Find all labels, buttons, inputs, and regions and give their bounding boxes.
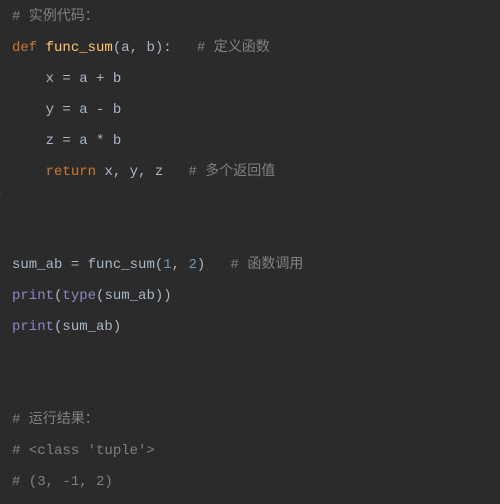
- comma: ,: [172, 257, 180, 273]
- identifier: x: [46, 71, 54, 87]
- paren-close: ): [155, 288, 163, 304]
- identifier: y: [130, 164, 138, 180]
- space: [104, 102, 112, 118]
- code-line[interactable]: # 运行结果：: [12, 405, 500, 436]
- keyword-def: def: [12, 40, 37, 56]
- comment-text: 实例代码：: [20, 9, 98, 25]
- space: [104, 133, 112, 149]
- param: a: [121, 40, 129, 56]
- operator-assign: =: [71, 257, 79, 273]
- comment-text: (3, -1, 2): [20, 474, 112, 490]
- code-line[interactable]: # 实例代码：: [12, 2, 500, 33]
- identifier: sum_ab: [62, 319, 112, 335]
- colon: :: [163, 40, 171, 56]
- comment-text: 定义函数: [205, 40, 269, 56]
- code-line[interactable]: y = a - b: [12, 95, 500, 126]
- indent: [12, 102, 46, 118]
- space: [146, 164, 154, 180]
- identifier: x: [104, 164, 112, 180]
- identifier: b: [113, 133, 121, 149]
- indent: [12, 133, 46, 149]
- paren-close: ): [113, 319, 121, 335]
- comment-text: 函数调用: [239, 257, 303, 273]
- indent: [12, 164, 46, 180]
- space: [172, 40, 197, 56]
- space: [104, 71, 112, 87]
- code-line-empty[interactable]: [12, 188, 500, 219]
- code-line-empty[interactable]: [12, 343, 500, 374]
- comma: ,: [130, 40, 138, 56]
- fold-end-icon: ⌐: [0, 190, 4, 198]
- identifier: sum_ab: [12, 257, 62, 273]
- code-line[interactable]: return x, y, z # 多个返回值: [12, 157, 500, 188]
- space: [71, 133, 79, 149]
- code-line-empty[interactable]: [12, 374, 500, 405]
- comment-hash: #: [231, 257, 239, 273]
- param: b: [146, 40, 154, 56]
- comma: ,: [113, 164, 121, 180]
- gutter: ▾ ⌐: [0, 0, 4, 504]
- builtin-type: type: [62, 288, 96, 304]
- operator-assign: =: [62, 71, 70, 87]
- code-line[interactable]: # <class 'tuple'>: [12, 436, 500, 467]
- identifier: b: [113, 102, 121, 118]
- comment-text: <class 'tuple'>: [20, 443, 154, 459]
- paren-open: (: [113, 40, 121, 56]
- identifier: z: [46, 133, 54, 149]
- code-line[interactable]: x = a + b: [12, 64, 500, 95]
- identifier: a: [79, 71, 87, 87]
- space: [88, 71, 96, 87]
- space: [88, 102, 96, 118]
- space: [79, 257, 87, 273]
- space: [121, 164, 129, 180]
- identifier: sum_ab: [104, 288, 154, 304]
- function-name: func_sum: [46, 40, 113, 56]
- space: [71, 71, 79, 87]
- code-line-empty[interactable]: [12, 219, 500, 250]
- comment-hash: #: [189, 164, 197, 180]
- number: 1: [163, 257, 171, 273]
- space: [37, 40, 45, 56]
- operator-assign: =: [62, 102, 70, 118]
- code-line[interactable]: # (3, -1, 2): [12, 467, 500, 498]
- space: [205, 257, 230, 273]
- identifier: a: [79, 102, 87, 118]
- identifier: y: [46, 102, 54, 118]
- builtin-print: print: [12, 288, 54, 304]
- operator-assign: =: [62, 133, 70, 149]
- fold-marker-icon[interactable]: ▾: [0, 36, 4, 44]
- indent: [12, 71, 46, 87]
- code-line[interactable]: sum_ab = func_sum(1, 2) # 函数调用: [12, 250, 500, 281]
- code-line[interactable]: z = a * b: [12, 126, 500, 157]
- function-call: func_sum: [88, 257, 155, 273]
- keyword-return: return: [46, 164, 96, 180]
- paren-open: (: [155, 257, 163, 273]
- comment-text: 多个返回值: [197, 164, 275, 180]
- comment-text: 运行结果：: [20, 412, 98, 428]
- space: [163, 164, 188, 180]
- space: [88, 133, 96, 149]
- space: [62, 257, 70, 273]
- builtin-print: print: [12, 319, 54, 335]
- space: [71, 102, 79, 118]
- number: 2: [188, 257, 196, 273]
- code-line[interactable]: def func_sum(a, b): # 定义函数: [12, 33, 500, 64]
- identifier: b: [113, 71, 121, 87]
- identifier: a: [79, 133, 87, 149]
- code-line[interactable]: print(type(sum_ab)): [12, 281, 500, 312]
- paren-close: ): [163, 288, 171, 304]
- code-line[interactable]: print(sum_ab): [12, 312, 500, 343]
